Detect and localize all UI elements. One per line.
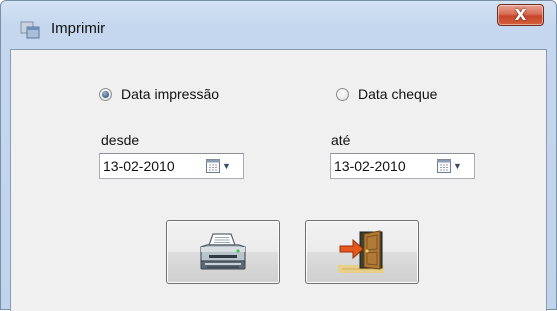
radio-cheque-date[interactable]: Data cheque xyxy=(336,86,437,102)
exit-button[interactable] xyxy=(305,220,419,284)
from-date-picker[interactable]: 13-02-2010 ▼ xyxy=(99,153,244,179)
radio-selected-icon xyxy=(99,87,112,101)
calendar-icon xyxy=(437,159,451,173)
from-date-value: 13-02-2010 xyxy=(103,158,175,174)
title-bar[interactable]: Imprimir X xyxy=(1,1,556,49)
dialog-body: Data impressão Data cheque desde até 13-… xyxy=(10,49,547,311)
to-date-value: 13-02-2010 xyxy=(334,158,406,174)
close-icon: X xyxy=(514,6,527,24)
radio-cheque-date-label: Data cheque xyxy=(358,86,438,102)
radio-print-date[interactable]: Data impressão xyxy=(99,86,219,102)
chevron-down-icon[interactable]: ▼ xyxy=(453,160,462,172)
close-button[interactable]: X xyxy=(497,4,544,26)
print-dialog-window: Imprimir X Data impressão Data cheque de… xyxy=(0,0,557,311)
to-label: até xyxy=(331,132,351,148)
radio-unselected-icon xyxy=(336,87,349,101)
printer-icon xyxy=(200,233,246,270)
chevron-down-icon[interactable]: ▼ xyxy=(222,160,231,172)
radio-print-date-label: Data impressão xyxy=(121,86,220,102)
to-date-picker[interactable]: 13-02-2010 ▼ xyxy=(330,153,475,179)
calendar-icon xyxy=(206,159,220,173)
print-button[interactable] xyxy=(166,220,280,284)
from-label: desde xyxy=(101,132,140,148)
window-title: Imprimir xyxy=(51,20,106,37)
exit-door-icon xyxy=(338,230,384,273)
app-icon xyxy=(20,21,40,39)
